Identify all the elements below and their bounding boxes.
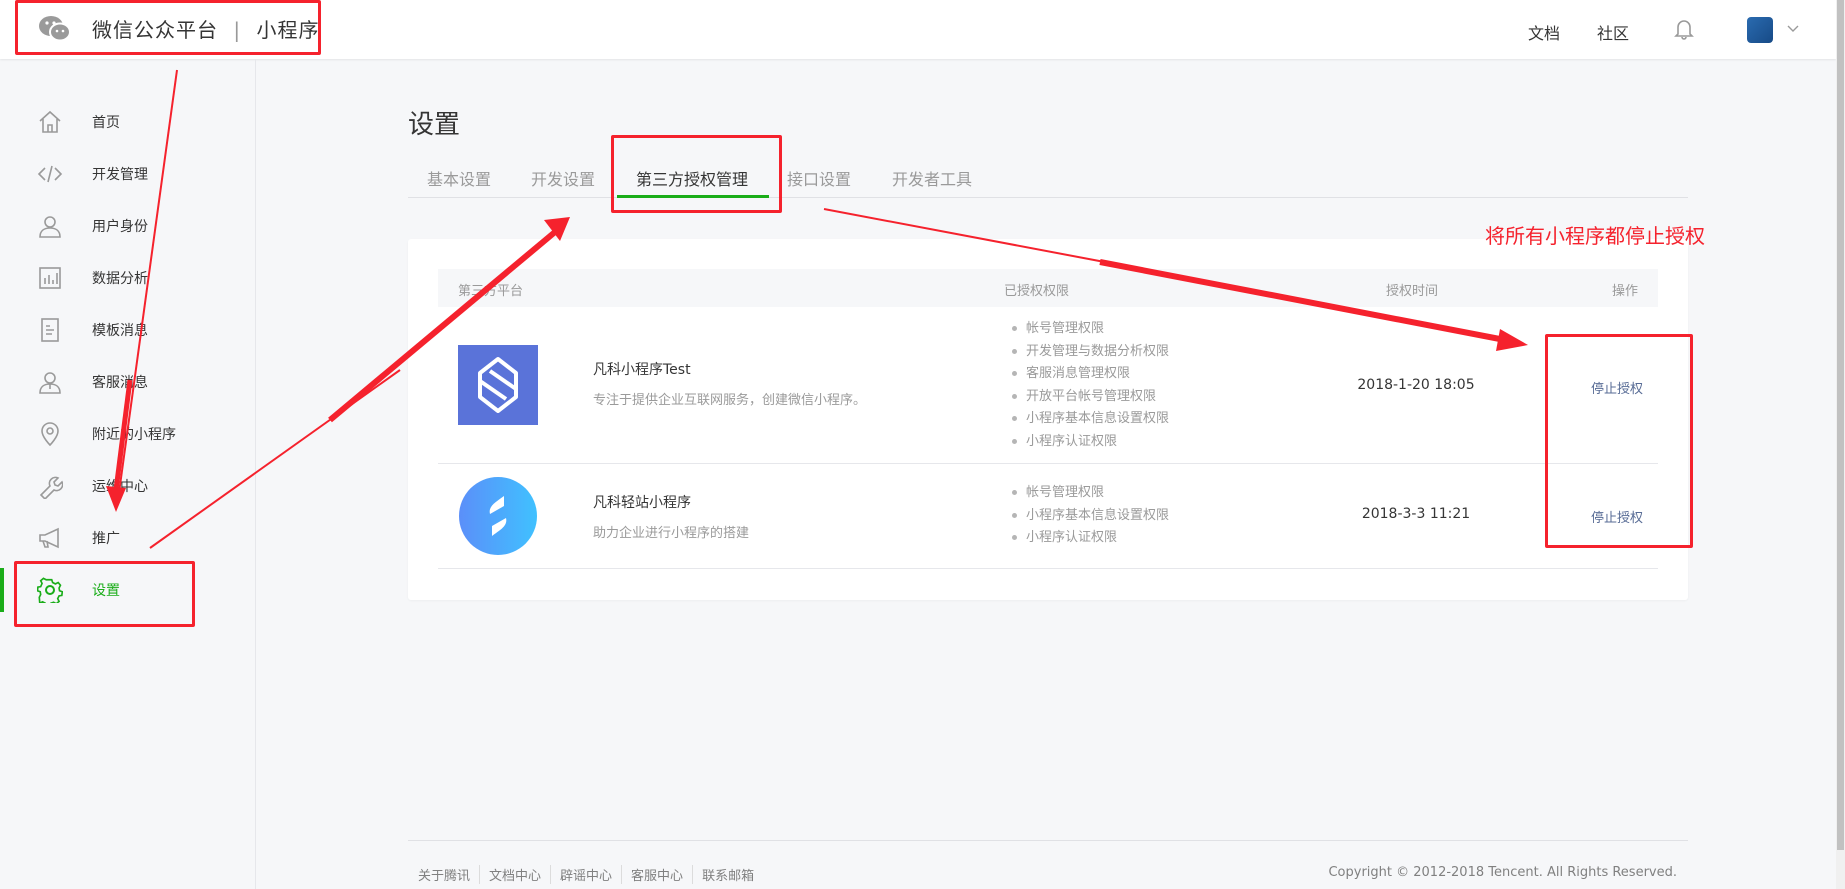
wechat-logo-icon (39, 15, 71, 41)
page-title: 设置 (408, 110, 461, 140)
brand-logo[interactable]: 微信公众平台 | 小程序 (38, 14, 319, 43)
tab-basic[interactable]: 基本设置 (427, 166, 491, 190)
auth-time: 2018-3-3 11:21 (1361, 506, 1471, 522)
sidebar-item-wrench[interactable]: 运维中心 (0, 464, 255, 508)
permission-item: 小程序基本信息设置权限 (1012, 505, 1169, 528)
footer-divider (408, 840, 1688, 841)
gear-icon (37, 577, 63, 603)
product-name: 小程序 (256, 18, 320, 42)
sidebar-item-user[interactable]: 用户身份 (0, 204, 255, 248)
permission-item: 开发管理与数据分析权限 (1012, 341, 1169, 364)
location-icon (37, 421, 63, 447)
sidebar-item-home[interactable]: 首页 (0, 100, 255, 144)
sidebar-item-label: 推广 (92, 531, 120, 547)
footer-link-rumor[interactable]: 辟谣中心 (550, 865, 621, 884)
bell-icon[interactable] (1674, 18, 1694, 40)
megaphone-icon (37, 525, 63, 551)
service-icon (37, 369, 63, 395)
stop-auth-button[interactable]: 停止授权 (1572, 378, 1662, 397)
footer-link-email[interactable]: 联系邮箱 (692, 865, 763, 884)
settings-tabs: 基本设置 开发设置 第三方授权管理 接口设置 开发者工具 (408, 160, 1688, 198)
sidebar-item-label: 附近的小程序 (92, 427, 176, 443)
permission-item: 开放平台帐号管理权限 (1012, 386, 1169, 409)
annotation-note: 将所有小程序都停止授权 (1485, 224, 1705, 248)
permission-item: 帐号管理权限 (1012, 318, 1169, 341)
tab-interface[interactable]: 接口设置 (787, 166, 851, 190)
wrench-icon (37, 473, 63, 499)
brand-name: 微信公众平台 (92, 18, 218, 42)
document-icon (37, 317, 63, 343)
auth-time: 2018-1-20 18:05 (1357, 377, 1475, 393)
user-icon (37, 213, 63, 239)
permission-list: 帐号管理权限 开发管理与数据分析权限 客服消息管理权限 开放平台帐号管理权限 小… (1012, 318, 1169, 453)
community-link[interactable]: 社区 (1597, 20, 1629, 44)
app-desc: 专注于提供企业互联网服务，创建微信小程序。 (593, 393, 867, 408)
sidebar-item-location[interactable]: 附近的小程序 (0, 412, 255, 456)
sidebar-item-label: 设置 (92, 583, 120, 599)
permission-item: 客服消息管理权限 (1012, 363, 1169, 386)
sidebar-item-label: 客服消息 (92, 375, 148, 391)
fanke-lite-logo-icon (459, 477, 537, 555)
code-icon (37, 161, 63, 187)
avatar[interactable] (1747, 17, 1773, 43)
active-tab-underline (617, 195, 769, 198)
sidebar-item-label: 数据分析 (92, 271, 148, 287)
scrollbar-thumb[interactable] (1837, 0, 1844, 850)
stop-auth-button[interactable]: 停止授权 (1572, 507, 1662, 526)
brand-separator: | (233, 18, 242, 42)
permission-item: 小程序认证权限 (1012, 527, 1169, 550)
permission-item: 帐号管理权限 (1012, 482, 1169, 505)
footer-link-about[interactable]: 关于腾讯 (418, 865, 479, 884)
sidebar-item-label: 模板消息 (92, 323, 148, 339)
tab-dev-tools[interactable]: 开发者工具 (892, 166, 972, 190)
col-time: 授权时间 (1386, 284, 1439, 299)
col-platform: 第三方平台 (458, 284, 524, 299)
app-name: 凡科小程序Test (593, 362, 691, 378)
docs-link[interactable]: 文档 (1528, 20, 1560, 44)
fanke-test-logo-icon (458, 345, 538, 425)
table-row: 凡科小程序Test 专注于提供企业互联网服务，创建微信小程序。 帐号管理权限 开… (438, 307, 1658, 464)
auth-table-card: 第三方平台 已授权权限 授权时间 操作 凡科小程序Test 专注于提供企业互联网… (408, 239, 1688, 600)
sidebar-item-gear[interactable]: 设置 (0, 568, 255, 612)
col-permissions: 已授权权限 (1004, 284, 1070, 299)
tab-dev[interactable]: 开发设置 (531, 166, 595, 190)
chart-icon (37, 265, 63, 291)
sidebar-item-megaphone[interactable]: 推广 (0, 516, 255, 560)
sidebar-item-label: 开发管理 (92, 167, 148, 183)
permission-list: 帐号管理权限 小程序基本信息设置权限 小程序认证权限 (1012, 482, 1169, 550)
footer-links: 关于腾讯 文档中心 辟谣中心 客服中心 联系邮箱 (418, 865, 763, 884)
top-header: 微信公众平台 | 小程序 文档 社区 (0, 0, 1836, 59)
sidebar-item-chart[interactable]: 数据分析 (0, 256, 255, 300)
sidebar-item-label: 首页 (92, 115, 120, 131)
tab-third-party-auth[interactable]: 第三方授权管理 (636, 166, 748, 190)
permission-item: 小程序认证权限 (1012, 431, 1169, 454)
sidebar-item-label: 运维中心 (92, 479, 148, 495)
table-row: 凡科轻站小程序 助力企业进行小程序的搭建 帐号管理权限 小程序基本信息设置权限 … (438, 464, 1658, 569)
permission-item: 小程序基本信息设置权限 (1012, 408, 1169, 431)
sidebar-item-code[interactable]: 开发管理 (0, 152, 255, 196)
sidebar-item-label: 用户身份 (92, 219, 148, 235)
app-name: 凡科轻站小程序 (593, 495, 691, 511)
sidebar-item-service[interactable]: 客服消息 (0, 360, 255, 404)
app-desc: 助力企业进行小程序的搭建 (593, 526, 750, 541)
home-icon (37, 109, 63, 135)
footer-link-service[interactable]: 客服中心 (621, 865, 692, 884)
footer-link-docs[interactable]: 文档中心 (479, 865, 550, 884)
col-action: 操作 (1611, 284, 1638, 299)
chevron-down-icon[interactable] (1787, 25, 1799, 33)
table-header: 第三方平台 已授权权限 授权时间 操作 (438, 269, 1658, 307)
copyright: Copyright © 2012-2018 Tencent. All Right… (1328, 865, 1677, 880)
sidebar-item-document[interactable]: 模板消息 (0, 308, 255, 352)
